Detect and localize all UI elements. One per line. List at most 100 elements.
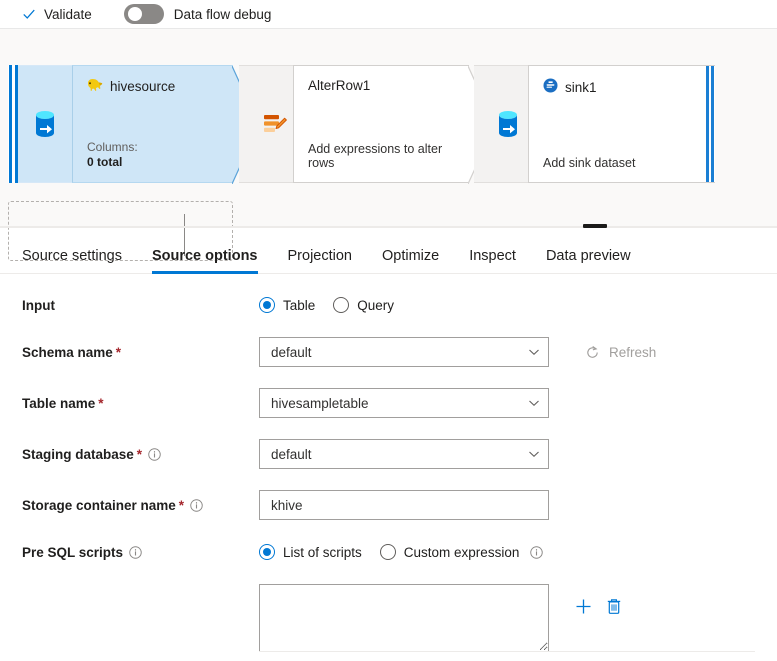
refresh-label: Refresh [609,345,656,360]
radio-button-query[interactable] [333,297,349,313]
label-input: Input [22,298,259,313]
tab-inspect[interactable]: Inspect [469,248,516,273]
row-table-name: Table name * hivesampletable [0,388,777,418]
input-mode-radio-group: Table Query [259,297,394,313]
required-asterisk: * [179,498,184,513]
radio-button-list-of-scripts[interactable] [259,544,275,560]
storage-container-name-value: khive [271,498,540,513]
schema-name-dropdown[interactable]: default [259,337,549,367]
staging-database-dropdown[interactable]: default [259,439,549,469]
data-flow-debug-group: Data flow debug [124,4,272,24]
checkmark-icon [22,7,36,21]
data-flow-graph: hivesource Columns: 0 total + [8,65,715,183]
tab-projection[interactable]: Projection [288,248,352,273]
label-table-name: Table name * [22,396,259,411]
radio-list-of-scripts[interactable]: List of scripts [259,544,362,560]
tab-data-preview[interactable]: Data preview [546,248,631,273]
pre-sql-scripts-radio-group: List of scripts Custom expression [259,544,543,560]
trash-icon[interactable] [605,597,623,616]
node-title-row: sink1 [543,78,693,96]
columns-label: Columns: [87,140,138,155]
node-name-sink1: sink1 [565,80,597,95]
data-flow-canvas[interactable]: hivesource Columns: 0 total + [0,29,777,226]
row-schema-name: Schema name * default Refresh [0,337,777,367]
row-pre-sql-scripts: Pre SQL scripts List of scripts Custom e… [0,541,777,563]
pre-sql-script-textarea[interactable] [259,584,549,652]
database-sink-icon [474,65,528,183]
schema-name-value: default [271,345,528,360]
form-bottom-divider [259,651,755,652]
radio-input-table[interactable]: Table [259,297,315,313]
node-name-alterrow1: AlterRow1 [308,78,370,93]
node-sink1[interactable]: sink1 Add sink dataset [474,65,715,183]
columns-count: 0 total [87,155,138,170]
label-staging-database: Staging database * [22,447,259,462]
chevron-down-icon [528,397,540,409]
info-icon[interactable] [129,546,142,559]
source-options-form: Input Table Query Schema name * default [0,274,777,652]
label-storage-container-name: Storage container name * [22,498,259,513]
database-source-icon [18,65,72,183]
node-hivesource[interactable]: hivesource Columns: 0 total + [8,65,233,183]
node-body-alterrow1: AlterRow1 Add expressions to alter rows … [293,65,469,183]
storage-container-name-field[interactable]: khive [259,490,549,520]
required-asterisk: * [137,447,142,462]
staging-database-value: default [271,447,528,462]
radio-input-query[interactable]: Query [333,297,394,313]
radio-button-custom-expression[interactable] [380,544,396,560]
rest-sink-icon [543,78,558,96]
validate-label: Validate [44,7,92,22]
refresh-icon [585,345,600,360]
label-table-name-text: Table name [22,396,95,411]
splitter-grab-handle[interactable] [583,224,607,228]
row-input: Input Table Query [0,294,777,316]
chevron-down-icon [528,346,540,358]
row-script-editor [0,584,777,652]
radio-button-table[interactable] [259,297,275,313]
toggle-knob [128,7,142,21]
node-alterrow1[interactable]: AlterRow1 Add expressions to alter rows … [239,65,469,183]
table-name-dropdown[interactable]: hivesampletable [259,388,549,418]
script-action-buttons [574,584,623,616]
panel-splitter[interactable] [0,226,777,228]
label-pre-sql-scripts-text: Pre SQL scripts [22,545,123,560]
command-bar: Validate Data flow debug [0,0,777,29]
plus-icon[interactable] [574,597,593,616]
node-columns-summary: Columns: 0 total [87,140,138,170]
node-edge-indicator [705,65,715,183]
node-selection-indicator [8,65,18,183]
radio-label-query: Query [357,298,394,313]
node-title-row: AlterRow1 [308,78,457,93]
radio-label-custom-expression: Custom expression [404,545,520,560]
row-storage-container-name: Storage container name * khive [0,490,777,520]
tab-source-options[interactable]: Source options [152,248,258,273]
label-storage-container-name-text: Storage container name [22,498,176,513]
node-description-alterrow1: Add expressions to alter rows [308,142,469,170]
radio-label-list-of-scripts: List of scripts [283,545,362,560]
tab-source-settings[interactable]: Source settings [22,248,122,273]
alter-row-icon [239,65,293,183]
info-icon[interactable] [190,499,203,512]
info-icon[interactable] [530,546,543,559]
tab-optimize[interactable]: Optimize [382,248,439,273]
node-body-hivesource: hivesource Columns: 0 total + [72,65,233,183]
chevron-down-icon [528,448,540,460]
required-asterisk: * [98,396,103,411]
refresh-button[interactable]: Refresh [585,345,656,360]
label-pre-sql-scripts: Pre SQL scripts [22,545,259,560]
radio-custom-expression[interactable]: Custom expression [380,544,544,560]
label-input-text: Input [22,298,55,313]
info-icon[interactable] [148,448,161,461]
label-schema-name-text: Schema name [22,345,113,360]
hive-elephant-icon [87,78,103,95]
table-name-value: hivesampletable [271,396,528,411]
node-name-hivesource: hivesource [110,79,175,94]
row-staging-database: Staging database * default [0,439,777,469]
data-flow-debug-label: Data flow debug [174,7,272,22]
data-flow-debug-toggle[interactable] [124,4,164,24]
node-body-sink1: sink1 Add sink dataset [528,65,705,183]
validate-button[interactable]: Validate [22,7,92,22]
required-asterisk: * [116,345,121,360]
label-schema-name: Schema name * [22,345,259,360]
node-description-sink1: Add sink dataset [543,156,635,170]
